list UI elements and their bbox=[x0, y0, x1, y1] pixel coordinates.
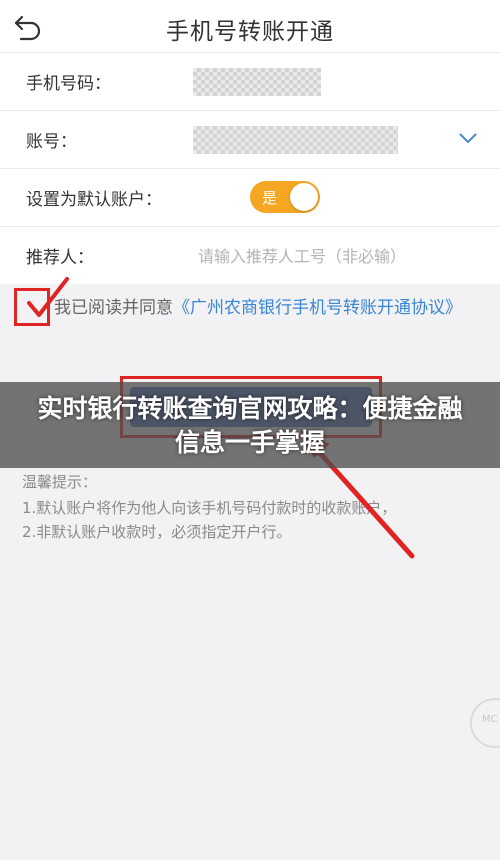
phone-number-masked bbox=[193, 68, 321, 96]
agreement-text: 我已阅读并同意《广州农商银行手机号转账开通协议》 bbox=[24, 294, 484, 322]
tips-title: 温馨提示： bbox=[22, 473, 98, 491]
phone-row: 手机号码： bbox=[0, 53, 500, 111]
agreement-prefix: 我已阅读并同意 bbox=[54, 298, 173, 318]
tips-section: 温馨提示： 1.默认账户将作为他人向该手机号码付款时的收款账户， 2.非默认账户… bbox=[22, 470, 396, 544]
account-number-masked bbox=[193, 126, 398, 154]
referrer-row: 推荐人： bbox=[0, 227, 500, 284]
transfer-form: 手机号码： 账号： 设置为默认账户： 是 推荐人： bbox=[0, 53, 500, 284]
header-bar: 手机号转账开通 bbox=[0, 0, 500, 53]
tip-item: 1.默认账户将作为他人向该手机号码付款时的收款账户， bbox=[22, 499, 397, 517]
page-title: 手机号转账开通 bbox=[166, 19, 334, 45]
tip-item: 2.非默认账户收款时，必须指定开户行。 bbox=[22, 523, 292, 541]
agreement-link[interactable]: 《广州农商银行手机号转账开通协议》 bbox=[173, 298, 462, 318]
watermark-logo-icon: MC bbox=[470, 698, 500, 748]
headline-banner: 实时银行转账查询官网攻略：便捷金融信息一手掌握 bbox=[0, 382, 500, 468]
referrer-input[interactable] bbox=[196, 241, 480, 271]
phone-label: 手机号码： bbox=[26, 74, 111, 94]
toggle-text: 是 bbox=[262, 189, 278, 207]
referrer-label: 推荐人： bbox=[26, 248, 94, 268]
agreement-section: 我已阅读并同意《广州农商银行手机号转账开通协议》 bbox=[0, 277, 500, 362]
toggle-knob bbox=[290, 183, 318, 211]
account-row[interactable]: 账号： bbox=[0, 111, 500, 169]
default-account-label: 设置为默认账户： bbox=[26, 190, 162, 210]
chevron-down-icon[interactable] bbox=[458, 131, 478, 145]
default-account-row: 设置为默认账户： 是 bbox=[0, 169, 500, 227]
account-label: 账号： bbox=[26, 132, 77, 152]
headline-text: 实时银行转账查询官网攻略：便捷金融信息一手掌握 bbox=[37, 394, 463, 457]
default-account-toggle[interactable]: 是 bbox=[250, 181, 320, 213]
